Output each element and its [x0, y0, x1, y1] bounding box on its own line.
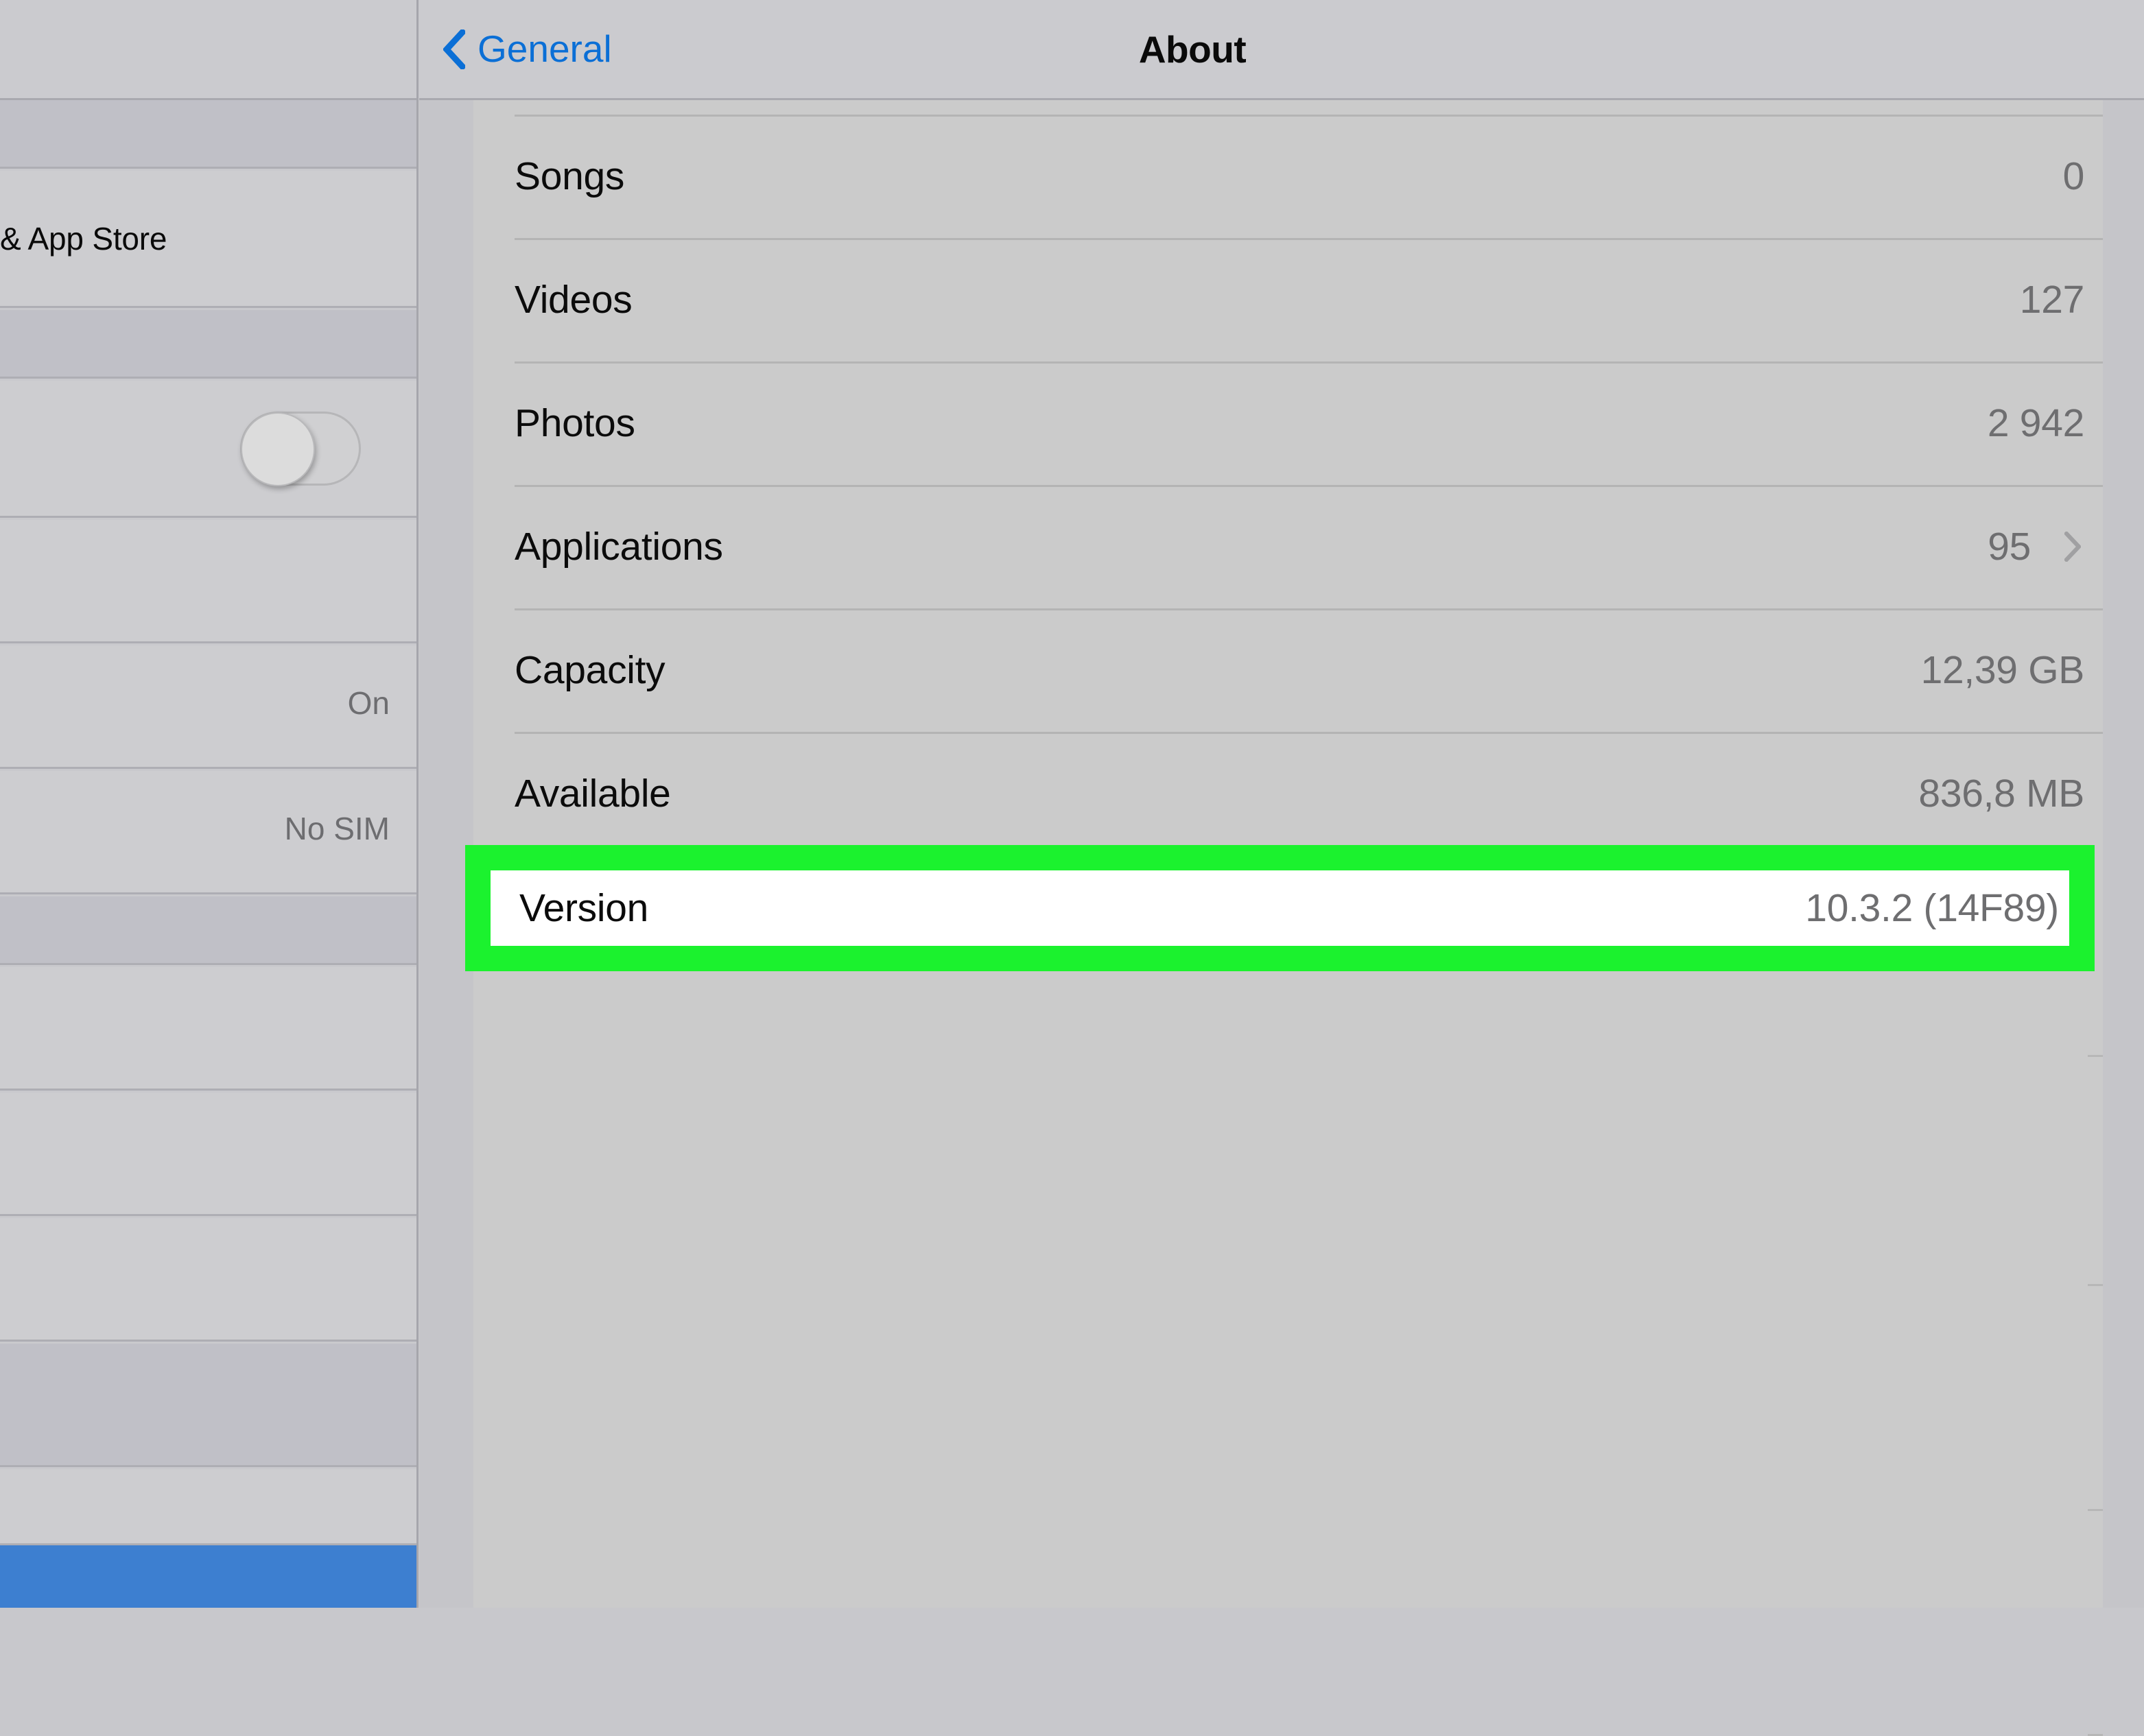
row-separator	[515, 485, 2103, 487]
about-detail-pane: General About Songs 0 Videos 127 Photos	[419, 0, 2144, 1736]
row-separator-tick	[2088, 1055, 2103, 1057]
table-row[interactable]: Videos 127	[473, 238, 2103, 361]
row-label: Applications	[515, 525, 723, 569]
table-row[interactable]: Photos 2 942	[473, 361, 2103, 485]
back-button-general[interactable]: General	[443, 0, 612, 98]
sidebar-item-value: On	[347, 685, 390, 721]
row-value: 0	[2062, 154, 2085, 198]
chevron-right-icon	[2064, 532, 2081, 562]
table-row[interactable]: Available 836,8 MB	[473, 732, 2103, 855]
row-separator-tick	[2088, 1284, 2103, 1286]
sidebar-divider	[416, 0, 419, 1608]
sidebar-item-blank-5[interactable]	[0, 1469, 419, 1545]
sidebar-item-blank-4[interactable]	[0, 1218, 419, 1342]
sidebar-navbar	[0, 0, 419, 100]
annotation-highlight-box: Version 10.3.2 (14F89)	[465, 845, 2095, 971]
row-label: Photos	[515, 401, 635, 445]
row-separator	[515, 115, 2103, 117]
row-value: 2 942	[1987, 401, 2084, 445]
settings-sidebar: & App Store On No SIM	[0, 0, 419, 1608]
row-value: 836,8 MB	[1918, 772, 2084, 816]
sidebar-item-blank-1[interactable]	[0, 520, 419, 643]
row-value: 10.3.2 (14F89)	[1805, 886, 2059, 930]
sidebar-item-value: No SIM	[284, 811, 390, 846]
about-table: Songs 0 Videos 127 Photos 2 942 Applicat…	[473, 100, 2103, 967]
sidebar-item-selected-general[interactable]	[0, 1545, 419, 1608]
sidebar-item-toggle-row[interactable]	[0, 381, 419, 518]
about-table-background-lower	[473, 967, 2103, 1736]
row-separator	[515, 238, 2103, 240]
sidebar-item-itunes-app-store[interactable]: & App Store	[0, 171, 419, 308]
row-label: Version	[519, 886, 649, 930]
row-label: Capacity	[515, 648, 665, 692]
row-separator	[515, 732, 2103, 734]
sidebar-item-with-no-sim-value[interactable]: No SIM	[0, 771, 419, 894]
sidebar-group-gap-3	[0, 1344, 419, 1467]
row-separator-tick	[2088, 1509, 2103, 1511]
row-value: 127	[2019, 278, 2085, 322]
sidebar-group-header	[0, 100, 419, 169]
table-row-applications[interactable]: Applications 95	[473, 485, 2103, 608]
sidebar-group-gap-2	[0, 896, 419, 965]
table-row[interactable]: Songs 0	[473, 115, 2103, 238]
sidebar-item-with-on-value[interactable]: On	[0, 645, 419, 769]
sidebar-item-blank-2[interactable]	[0, 967, 419, 1091]
sidebar-item-blank-3[interactable]	[0, 1093, 419, 1216]
toggle-knob	[241, 412, 315, 486]
row-label: Songs	[515, 154, 625, 198]
row-label: Videos	[515, 278, 633, 322]
back-button-label: General	[478, 27, 612, 70]
row-label: Available	[515, 772, 671, 816]
row-value: 95	[1988, 525, 2031, 569]
row-separator	[515, 608, 2103, 610]
row-value: 12,39 GB	[1920, 648, 2085, 692]
chevron-left-icon	[443, 29, 465, 69]
sidebar-toggle-switch[interactable]	[240, 412, 361, 486]
sidebar-item-label: & App Store	[0, 220, 167, 257]
table-row[interactable]: Capacity 12,39 GB	[473, 608, 2103, 732]
sidebar-group-gap	[0, 310, 419, 379]
table-row-version[interactable]: Version 10.3.2 (14F89)	[491, 870, 2069, 946]
navigation-bar: General About	[419, 0, 2144, 100]
row-separator	[515, 361, 2103, 364]
ipad-settings-about-screen: & App Store On No SIM General About Song…	[0, 0, 2144, 1736]
